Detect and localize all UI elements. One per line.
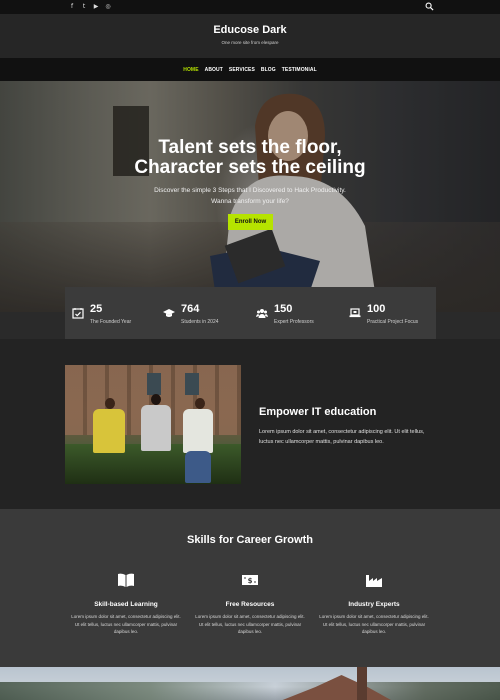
youtube-icon[interactable]: ▶ — [92, 2, 100, 11]
site-header: Educose Dark One more site from elespare — [0, 14, 500, 58]
stat-label: The Founded Year — [90, 319, 132, 325]
about-title: Empower IT education — [259, 406, 377, 418]
svg-text:$: $ — [248, 577, 253, 585]
nav-item-blog[interactable]: BLOG — [261, 67, 276, 73]
about-text: Lorem ipsum dolor sit amet, consectetur … — [259, 429, 425, 445]
stat-label: Practical Project Focus — [367, 319, 419, 325]
student-white-shirt — [183, 409, 213, 453]
hero-subtitle-line-2: Wanna transform your life? — [211, 198, 289, 205]
stat-label: Expert Professors — [274, 319, 314, 325]
calendar-check-icon — [72, 308, 84, 319]
stat-value: 25 — [90, 303, 103, 315]
instagram-icon[interactable]: ◎ — [104, 2, 112, 11]
nav-item-about[interactable]: ABOUT — [205, 67, 223, 73]
site-tagline: One more site from elespare — [221, 40, 279, 45]
graduation-cap-icon — [163, 309, 175, 317]
main-nav: HOME ABOUT SERVICES BLOG TESTIMONIAL — [0, 58, 500, 81]
enroll-now-button[interactable]: Enroll Now — [228, 214, 273, 230]
hero-subtitle-line-1: Discover the simple 3 Steps that I Disco… — [154, 187, 346, 194]
top-bar: f t ▶ ◎ — [0, 0, 500, 14]
search-icon[interactable] — [425, 2, 434, 11]
feature-skill-based-learning: Skill-based Learning Lorem ipsum dolor s… — [71, 572, 181, 636]
feature-title: Industry Experts — [348, 601, 400, 608]
stat-value: 764 — [181, 303, 200, 315]
skills-title: Skills for Career Growth — [187, 534, 313, 546]
student-head — [151, 394, 161, 405]
facebook-icon[interactable]: f — [68, 2, 76, 11]
student-jeans — [185, 451, 211, 483]
nav-item-home[interactable]: HOME — [183, 67, 198, 73]
hero-headline-line-2: Character sets the ceiling — [134, 157, 366, 178]
stats-bar: 25 The Founded Year 764 Students in 2024… — [65, 287, 436, 339]
feature-text: Lorem ipsum dolor sit amet, consectetur … — [195, 614, 305, 634]
photo-window — [185, 373, 199, 395]
money-bill-icon: $ — [242, 575, 258, 585]
feature-title: Free Resources — [225, 601, 275, 608]
stat-value: 100 — [367, 303, 386, 315]
stat-value: 150 — [274, 303, 293, 315]
photo-window — [147, 373, 161, 395]
student-yellow-jacket — [93, 409, 125, 453]
nav-item-testimonial[interactable]: TESTIMONIAL — [282, 67, 317, 73]
twitter-icon[interactable]: t — [80, 2, 88, 11]
campus-trees — [0, 682, 500, 700]
students-photo — [65, 365, 241, 484]
feature-text: Lorem ipsum dolor sit amet, consectetur … — [319, 614, 429, 634]
feature-industry-experts: Industry Experts Lorem ipsum dolor sit a… — [319, 572, 429, 636]
laptop-icon — [349, 308, 361, 318]
stat-label: Students in 2024 — [181, 319, 219, 325]
hero-section: Talent sets the floor, Character sets th… — [0, 81, 500, 312]
social-links: f t ▶ ◎ — [68, 2, 112, 11]
nav-item-services[interactable]: SERVICES — [229, 67, 255, 73]
feature-free-resources: $ Free Resources Lorem ipsum dolor sit a… — [195, 572, 305, 636]
feature-title: Skill-based Learning — [94, 601, 158, 608]
student-head — [195, 398, 205, 409]
book-open-icon — [118, 573, 134, 587]
industry-icon — [366, 575, 382, 587]
hero-headline-line-1: Talent sets the floor, — [158, 137, 342, 158]
hero-headline: Talent sets the floor, Character sets th… — [0, 138, 500, 178]
users-icon — [256, 309, 268, 318]
student-grey-shirt — [141, 405, 171, 451]
hero-subtitle: Discover the simple 3 Steps that I Disco… — [0, 185, 500, 207]
campus-image-strip — [0, 667, 500, 700]
campus-building-tower — [357, 667, 367, 700]
site-title[interactable]: Educose Dark — [0, 24, 500, 36]
student-head — [105, 398, 115, 409]
feature-text: Lorem ipsum dolor sit amet, consectetur … — [71, 614, 181, 634]
